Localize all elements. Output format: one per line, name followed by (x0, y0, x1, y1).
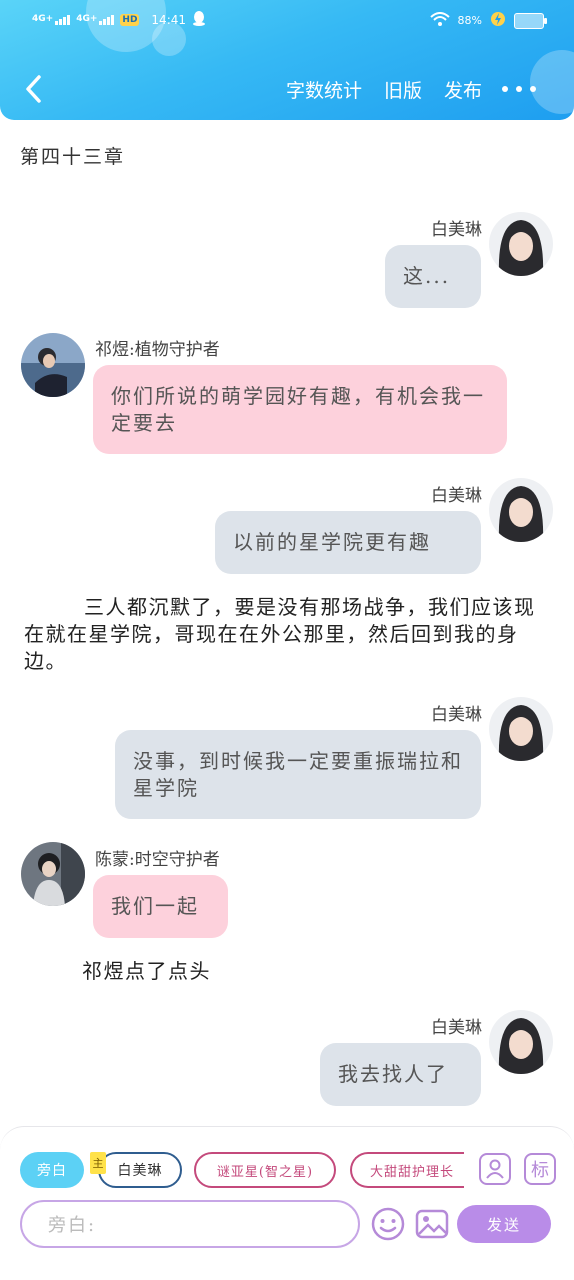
character-button[interactable] (479, 1153, 511, 1185)
speaker-name: 白美琳 (431, 486, 482, 506)
person-icon (486, 1159, 504, 1179)
qq-icon (192, 10, 206, 29)
network-type-label: 4G+ (76, 13, 98, 24)
network-type-label: 4G+ (32, 13, 54, 24)
avatar[interactable] (21, 333, 85, 397)
publish-button[interactable]: 发布 (444, 76, 482, 103)
speaker-name: 祁煜:植物守护者 (95, 340, 220, 360)
chevron-left-icon (26, 75, 41, 103)
chat-bubble[interactable]: 没事，到时候我一定要重振瑞拉和星学院 (115, 730, 481, 819)
word-count-button[interactable]: 字数统计 (286, 76, 362, 103)
more-button[interactable] (502, 78, 536, 100)
header-actions: 字数统计 旧版 发布 (286, 76, 482, 103)
speaker-name: 白美琳 (431, 220, 482, 240)
decor-bubble (530, 50, 574, 114)
status-bar: 4G+ 4G+ HD 14:41 88% (0, 0, 574, 44)
signal-icon: 4G+ (32, 13, 71, 25)
role-chip[interactable]: 谜亚星(智之星) (194, 1152, 336, 1188)
role-chip[interactable]: 白美琳 (98, 1152, 182, 1188)
narrator-chip[interactable]: 旁白 (20, 1152, 84, 1188)
battery-percent: 88% (457, 14, 482, 27)
avatar[interactable] (489, 212, 553, 276)
chat-bubble[interactable]: 你们所说的萌学园好有趣，有机会我一定要去 (93, 365, 507, 454)
chat-bubble[interactable]: 这... (385, 245, 481, 308)
image-icon (415, 1209, 449, 1239)
narration-text: 三人都沉默了，要是没有那场战争，我们应该现在就在星学院，哥现在在外公那里，然后回… (24, 595, 536, 673)
chapter-title: 第四十三章 (20, 146, 126, 168)
mark-button[interactable]: 标 (524, 1153, 556, 1185)
avatar[interactable] (21, 842, 85, 906)
hd-badge: HD (120, 13, 140, 26)
image-button[interactable] (414, 1206, 450, 1242)
avatar[interactable] (489, 478, 553, 542)
narration-text: 祁煜点了点头 (82, 959, 211, 983)
back-button[interactable] (18, 72, 48, 106)
wifi-icon (429, 12, 450, 29)
speaker-name: 白美琳 (431, 705, 482, 725)
speaker-name: 陈蒙:时空守护者 (95, 850, 220, 870)
signal-icon: 4G+ (76, 13, 115, 25)
battery-icon (514, 12, 547, 29)
clock: 14:41 (151, 12, 187, 27)
emoji-button[interactable] (370, 1206, 406, 1242)
avatar[interactable] (489, 697, 553, 761)
chat-bubble[interactable]: 以前的星学院更有趣 (215, 511, 481, 574)
emoji-icon (371, 1207, 405, 1241)
chat-bubble[interactable]: 我们一起 (93, 875, 228, 938)
charging-icon (490, 11, 506, 30)
top-header: 4G+ 4G+ HD 14:41 88% 字数统计 旧版 发布 (0, 0, 574, 120)
chat-bubble[interactable]: 我去找人了 (320, 1043, 481, 1106)
avatar[interactable] (489, 1010, 553, 1074)
speaker-name: 白美琳 (431, 1018, 482, 1038)
main-role-tag: 主 (90, 1152, 106, 1174)
old-version-button[interactable]: 旧版 (384, 76, 422, 103)
message-input[interactable]: 旁白: (20, 1200, 360, 1248)
send-button[interactable]: 发送 (457, 1205, 551, 1243)
role-chip[interactable]: 大甜甜护理长 (350, 1152, 464, 1188)
